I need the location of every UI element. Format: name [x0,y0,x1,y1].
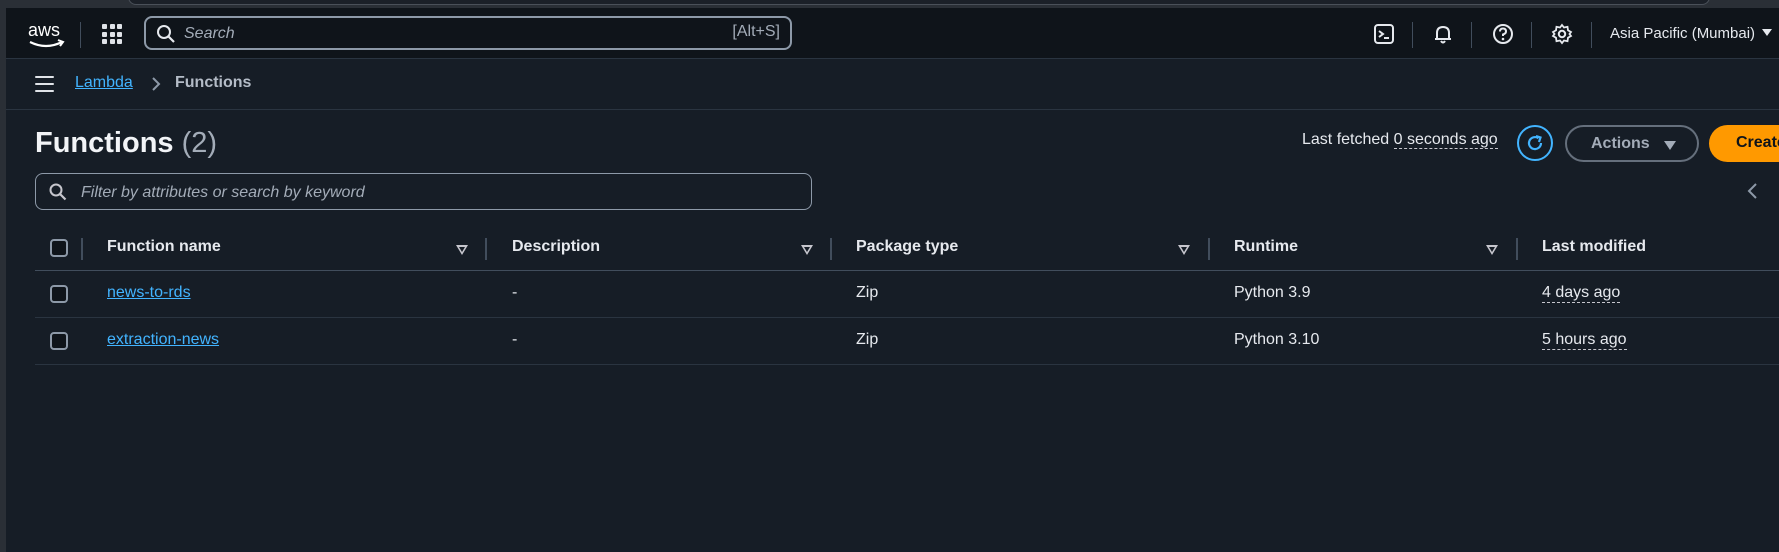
column-header-function-name[interactable]: Function name [107,238,221,256]
cloudshell-icon[interactable] [1373,23,1395,45]
column-header-runtime[interactable]: Runtime [1234,238,1298,256]
services-grid-icon[interactable] [102,24,122,44]
refresh-icon [1527,134,1543,151]
functions-table: Function name Description Package type R… [35,226,1779,365]
nav-divider [1591,22,1592,48]
global-search[interactable]: [Alt+S] [144,16,792,50]
column-divider[interactable] [485,238,487,260]
search-icon [157,25,175,43]
caret-down-icon [1762,29,1773,36]
aws-logo-text: aws [28,20,60,40]
region-label: Asia Pacific (Mumbai) [1610,25,1756,42]
bell-icon[interactable] [1432,23,1454,45]
breadcrumb-lambda-link[interactable]: Lambda [75,74,133,92]
function-description: - [512,331,518,348]
gear-icon[interactable] [1551,23,1573,45]
sort-icon[interactable] [1178,245,1190,255]
column-header-package-type[interactable]: Package type [856,238,958,256]
help-icon[interactable] [1492,23,1514,45]
function-last-modified: 4 days ago [1542,284,1621,303]
create-function-label: Create function [1736,134,1779,151]
breadcrumb-bar: Lambda Functions [6,59,1779,110]
search-input[interactable] [182,22,706,46]
search-icon [49,183,67,201]
function-package-type: Zip [856,331,879,348]
nav-divider [1531,22,1532,48]
search-shortcut-hint: [Alt+S] [732,23,780,40]
row-checkbox[interactable] [50,285,68,303]
function-count: (2) [181,127,218,159]
region-selector[interactable]: Asia Pacific (Mumbai) [1610,25,1773,42]
select-all-checkbox[interactable] [50,239,68,257]
function-runtime: Python 3.10 [1234,331,1320,348]
top-navigation: aws [Alt+S] Asia Pacific (Mumbai) [6,8,1779,59]
table-row: extraction-news - Zip Python 3.10 5 hour… [35,318,1779,365]
column-divider[interactable] [1208,238,1210,260]
table-row: news-to-rds - Zip Python 3.9 4 days ago [35,271,1779,318]
actions-label: Actions [1591,135,1650,152]
column-header-description[interactable]: Description [512,238,600,256]
function-runtime: Python 3.9 [1234,284,1311,301]
column-divider[interactable] [1516,238,1518,260]
nav-divider [80,22,81,48]
breadcrumb-current: Functions [175,74,252,91]
browser-frame [0,0,1779,8]
nav-divider [1412,22,1413,48]
chevron-right-icon [152,77,161,91]
function-name-link[interactable]: news-to-rds [107,284,191,302]
last-fetched-value: 0 seconds ago [1393,131,1498,149]
filter-input[interactable] [79,181,783,205]
sort-icon[interactable] [1486,245,1498,255]
page-title-text: Functions [35,127,174,159]
caret-down-icon [1664,141,1676,150]
function-description: - [512,284,518,301]
menu-icon[interactable] [35,76,54,92]
column-header-last-modified[interactable]: Last modified [1542,238,1646,256]
function-package-type: Zip [856,284,879,301]
function-last-modified: 5 hours ago [1542,331,1627,350]
aws-logo[interactable]: aws [26,18,70,52]
nav-divider [1471,22,1472,48]
function-name-link[interactable]: extraction-news [107,331,219,349]
sort-icon[interactable] [456,245,468,255]
filter-search[interactable] [35,173,812,210]
last-fetched-status: Last fetched 0 seconds ago [1302,131,1498,149]
last-fetched-label: Last fetched [1302,131,1390,148]
column-divider[interactable] [830,238,832,260]
chevron-left-icon[interactable] [1746,182,1758,200]
column-divider [81,238,83,260]
browser-address-bar [128,0,1710,5]
row-checkbox[interactable] [50,332,68,350]
refresh-button[interactable] [1517,125,1553,161]
sort-icon[interactable] [801,245,813,255]
page-title: Functions (2) [35,127,217,160]
table-header: Function name Description Package type R… [35,226,1779,271]
create-function-button[interactable]: Create function [1709,125,1779,162]
actions-dropdown-button[interactable]: Actions [1565,125,1699,162]
